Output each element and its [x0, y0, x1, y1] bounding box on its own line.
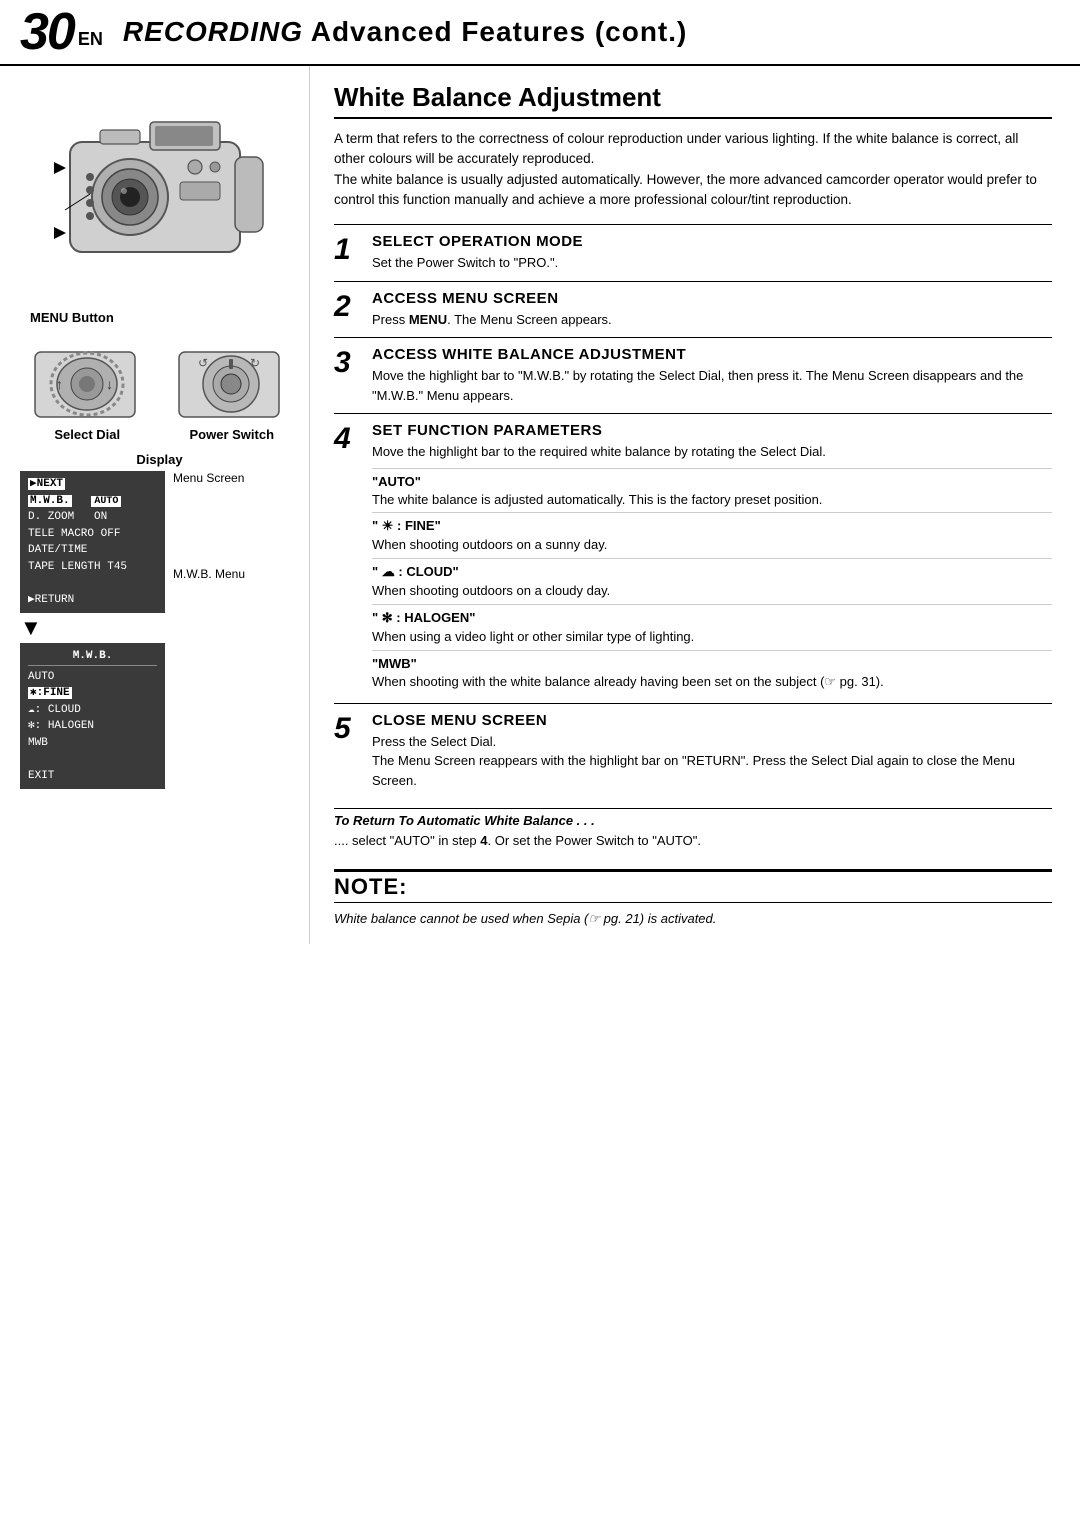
note-section: White balance cannot be used when Sepia … — [334, 869, 1052, 929]
header-title: RECORDING Advanced Features (cont.) — [123, 16, 688, 48]
step-1-body: Set the Power Switch to "PRO.". — [372, 253, 1052, 273]
svg-text:↺: ↺ — [198, 356, 208, 370]
sub-option-halogen-body: When using a video light or other simila… — [372, 628, 1052, 647]
power-switch-item: ↺ ↻ Power Switch — [165, 337, 300, 442]
menu-screen-wrap: ▶NEXT M.W.B. AUTO D. ZOOM ON TELE MACRO … — [20, 471, 165, 789]
step-4: 4 SET FUNCTION PARAMETERS Move the highl… — [334, 413, 1052, 703]
sub-option-auto-body: The white balance is adjusted automatica… — [372, 491, 1052, 510]
step-5-num: 5 — [334, 714, 362, 744]
step-5-content: CLOSE MENU SCREEN Press the Select Dial.… — [372, 712, 1052, 791]
display-section: Display ▶NEXT M.W.B. AUTO D. ZOOM ON TEL… — [20, 452, 299, 789]
step-3-body: Move the highlight bar to "M.W.B." by ro… — [372, 366, 1052, 405]
section-title: White Balance Adjustment — [334, 82, 1052, 119]
return-section: To Return To Automatic White Balance . .… — [334, 808, 1052, 851]
step-5-body: Press the Select Dial. The Menu Screen r… — [372, 732, 1052, 791]
sub-option-halogen-label: " ✻ : HALOGEN" — [372, 610, 1052, 626]
select-dial-item: ↑ ↓ Select Dial — [20, 337, 155, 442]
step-2: 2 ACCESS MENU SCREEN Press MENU. The Men… — [334, 281, 1052, 338]
camera-svg — [40, 82, 280, 302]
return-title: To Return To Automatic White Balance . .… — [334, 813, 1052, 828]
step-1-num: 1 — [334, 235, 362, 265]
mwb-menu-side-label: M.W.B. Menu — [173, 567, 245, 581]
step-4-num: 4 — [334, 424, 362, 454]
sub-option-mwb-body: When shooting with the white balance alr… — [372, 673, 1052, 692]
page-suffix: EN — [78, 29, 103, 50]
svg-text:↻: ↻ — [250, 356, 260, 370]
note-title — [334, 869, 1052, 903]
sub-option-mwb-label: "MWB" — [372, 656, 1052, 671]
step-2-content: ACCESS MENU SCREEN Press MENU. The Menu … — [372, 290, 1052, 330]
sub-option-auto: "AUTO" The white balance is adjusted aut… — [372, 468, 1052, 513]
svg-text:↓: ↓ — [106, 376, 113, 392]
sub-option-cloud-body: When shooting outdoors on a cloudy day. — [372, 582, 1052, 601]
step-3-heading: ACCESS WHITE BALANCE ADJUSTMENT — [372, 346, 1052, 363]
left-column: MENU Button ↑ ↓ Sel — [0, 66, 310, 944]
intro-text: A term that refers to the correctness of… — [334, 129, 1052, 210]
step-4-body: Move the highlight bar to the required w… — [372, 442, 1052, 462]
sub-option-fine-label: " ☀ : FINE" — [372, 518, 1052, 534]
menu-screen-side-label: Menu Screen — [173, 471, 245, 485]
screen-labels: Menu Screen M.W.B. Menu — [173, 471, 245, 581]
step-2-heading: ACCESS MENU SCREEN — [372, 290, 1052, 307]
step-1: 1 SELECT OPERATION MODE Set the Power Sw… — [334, 224, 1052, 281]
sub-option-auto-label: "AUTO" — [372, 474, 1052, 489]
sub-option-fine: " ☀ : FINE" When shooting outdoors on a … — [372, 512, 1052, 558]
page-header: 30 EN RECORDING Advanced Features (cont.… — [0, 0, 1080, 66]
screens-row: ▶NEXT M.W.B. AUTO D. ZOOM ON TELE MACRO … — [20, 471, 299, 789]
arrow-down: ▼ — [20, 615, 42, 641]
select-dial-label: Select Dial — [54, 427, 120, 442]
note-body: White balance cannot be used when Sepia … — [334, 909, 1052, 929]
sub-option-mwb: "MWB" When shooting with the white balan… — [372, 650, 1052, 695]
sub-option-fine-body: When shooting outdoors on a sunny day. — [372, 536, 1052, 555]
step-4-content: SET FUNCTION PARAMETERS Move the highlig… — [372, 422, 1052, 695]
main-content: MENU Button ↑ ↓ Sel — [0, 66, 1080, 944]
power-switch-svg: ↺ ↻ — [174, 337, 289, 427]
menu-button-label: MENU Button — [30, 310, 299, 325]
step-3-content: ACCESS WHITE BALANCE ADJUSTMENT Move the… — [372, 346, 1052, 405]
step-5: 5 CLOSE MENU SCREEN Press the Select Dia… — [334, 703, 1052, 799]
sub-options: "AUTO" The white balance is adjusted aut… — [372, 468, 1052, 695]
camera-illustration — [20, 82, 299, 302]
step-1-heading: SELECT OPERATION MODE — [372, 233, 1052, 250]
step-3-num: 3 — [334, 348, 362, 378]
step-4-heading: SET FUNCTION PARAMETERS — [372, 422, 1052, 439]
sub-option-cloud-label: " ☁ : CLOUD" — [372, 564, 1052, 580]
display-label: Display — [20, 452, 299, 467]
sub-option-halogen: " ✻ : HALOGEN" When using a video light … — [372, 604, 1052, 650]
dials-row: ↑ ↓ Select Dial ↺ ↻ — [20, 337, 299, 442]
step-2-num: 2 — [334, 292, 362, 322]
step-5-heading: CLOSE MENU SCREEN — [372, 712, 1052, 729]
step-2-body: Press MENU. The Menu Screen appears. — [372, 310, 1052, 330]
power-switch-label: Power Switch — [189, 427, 274, 442]
menu-screen-box: ▶NEXT M.W.B. AUTO D. ZOOM ON TELE MACRO … — [20, 471, 165, 613]
svg-text:↑: ↑ — [56, 376, 63, 392]
mwb-screen-box: M.W.B. AUTO ✱:FINE ☁: CLOUD ✻: HALOGEN M… — [20, 643, 165, 789]
select-dial-svg: ↑ ↓ — [30, 337, 145, 427]
step-1-content: SELECT OPERATION MODE Set the Power Swit… — [372, 233, 1052, 273]
right-column: White Balance Adjustment A term that ref… — [310, 66, 1080, 944]
return-body: .... select "AUTO" in step 4. Or set the… — [334, 831, 1052, 851]
step-3: 3 ACCESS WHITE BALANCE ADJUSTMENT Move t… — [334, 337, 1052, 413]
page-number: 30 — [20, 6, 74, 58]
sub-option-cloud: " ☁ : CLOUD" When shooting outdoors on a… — [372, 558, 1052, 604]
